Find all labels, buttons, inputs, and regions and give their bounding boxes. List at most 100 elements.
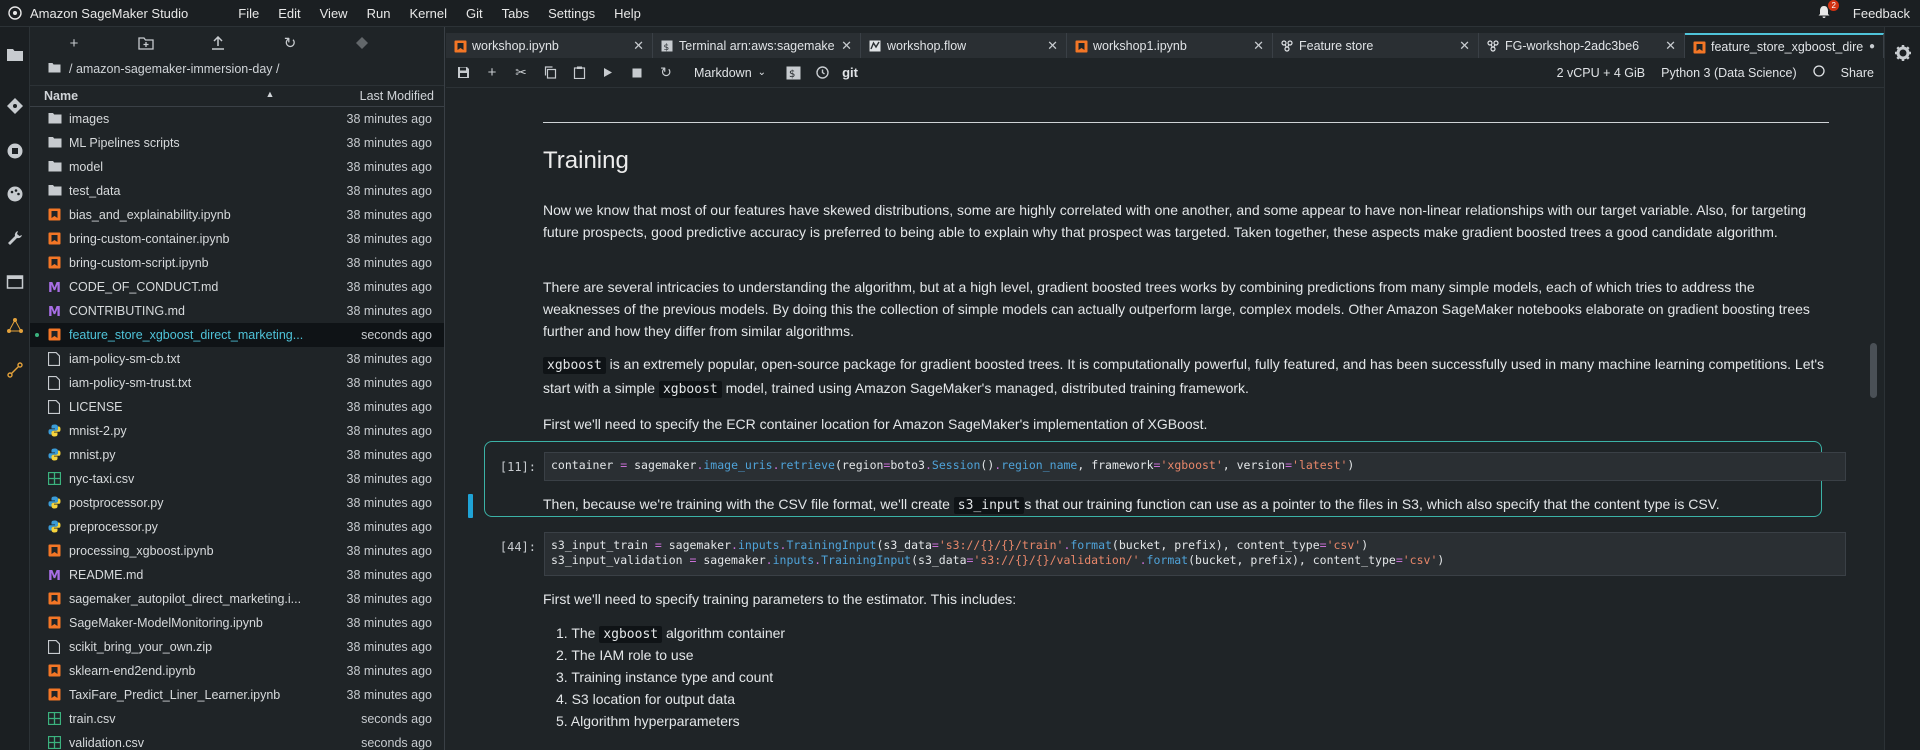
tabs-icon[interactable] [6, 273, 24, 291]
notebook-scrollbar[interactable] [1866, 88, 1880, 750]
new-folder-icon[interactable] [138, 35, 154, 51]
close-icon[interactable]: ✕ [1047, 38, 1058, 54]
cut-icon[interactable]: ✂ [512, 64, 530, 82]
file-row[interactable]: M README.md 38 minutes ago [30, 563, 444, 587]
menu-kernel[interactable]: Kernel [409, 6, 447, 21]
tab[interactable]: $ Terminal arn:aws:sagemake ✕ [653, 33, 861, 58]
interrupt-kernel-icon[interactable] [628, 64, 646, 82]
file-row[interactable]: nyc-taxi.csv 38 minutes ago [30, 467, 444, 491]
file-row[interactable]: mnist.py 38 minutes ago [30, 443, 444, 467]
markdown-paragraph-4[interactable]: First we'll need to specify the ECR cont… [543, 413, 1833, 435]
close-icon[interactable]: ✕ [841, 38, 852, 54]
file-row[interactable]: sagemaker_autopilot_direct_marketing.i..… [30, 587, 444, 611]
palette-icon[interactable] [6, 185, 24, 203]
terminal-icon[interactable]: $ [784, 64, 802, 82]
name-column-header[interactable]: Name ▲ [30, 89, 284, 103]
restart-kernel-icon[interactable]: ↻ [657, 64, 675, 82]
close-icon[interactable]: ✕ [1665, 38, 1676, 54]
file-row[interactable]: ML Pipelines scripts 38 minutes ago [30, 131, 444, 155]
markdown-list[interactable]: 1. The xgboost algorithm container 2. Th… [556, 622, 1846, 732]
copy-icon[interactable] [541, 64, 559, 82]
menu-help[interactable]: Help [614, 6, 641, 21]
tab[interactable]: FG-workshop-2adc3be6 ✕ [1479, 33, 1685, 58]
file-row[interactable]: bias_and_explainability.ipynb 38 minutes … [30, 203, 444, 227]
file-row[interactable]: train.csv seconds ago [30, 707, 444, 731]
folder-small-icon[interactable] [48, 62, 61, 76]
tab[interactable]: feature_store_xgboost_dire ● [1685, 33, 1884, 58]
breadcrumb-path[interactable]: / amazon-sagemaker-immersion-day / [69, 62, 280, 76]
file-row[interactable]: iam-policy-sm-trust.txt 38 minutes ago [30, 371, 444, 395]
file-row[interactable]: SageMaker-ModelMonitoring.ipynb 38 minute… [30, 611, 444, 635]
scrollbar-thumb[interactable] [1870, 343, 1877, 398]
file-row[interactable]: sklearn-end2end.ipynb 38 minutes ago [30, 659, 444, 683]
menu-run[interactable]: Run [367, 6, 391, 21]
components-icon[interactable] [6, 317, 24, 335]
refresh-icon[interactable]: ↻ [282, 35, 298, 52]
code-cell-44[interactable]: [44]: s3_input_train = sagemaker.inputs.… [486, 532, 1846, 576]
file-row[interactable]: TaxiFare_Predict_Liner_Learner.ipynb 38 m… [30, 683, 444, 707]
share-button[interactable]: Share [1841, 66, 1874, 80]
file-row[interactable]: mnist-2.py 38 minutes ago [30, 419, 444, 443]
kernel-name[interactable]: Python 3 (Data Science) [1661, 66, 1797, 80]
code-editor[interactable]: s3_input_train = sagemaker.inputs.Traini… [544, 532, 1846, 576]
file-row[interactable]: model 38 minutes ago [30, 155, 444, 179]
tab[interactable]: workshop.ipynb ✕ [446, 33, 653, 58]
file-row[interactable]: images 38 minutes ago [30, 107, 444, 131]
tab[interactable]: workshop.flow ✕ [861, 33, 1067, 58]
notifications-bell-icon[interactable]: 2 [1817, 0, 1839, 21]
file-row[interactable]: iam-policy-sm-cb.txt 38 minutes ago [30, 347, 444, 371]
close-icon[interactable]: ✕ [1459, 38, 1470, 54]
instance-type[interactable]: 2 vCPU + 4 GiB [1557, 66, 1646, 80]
file-row[interactable]: M CONTRIBUTING.md 38 minutes ago [30, 299, 444, 323]
markdown-paragraph-6[interactable]: First we'll need to specify training par… [543, 588, 1833, 610]
markdown-heading-cell[interactable]: Training [543, 149, 1833, 173]
run-cell-icon[interactable] [599, 64, 617, 82]
menu-git[interactable]: Git [466, 6, 483, 21]
settings-gear-icon[interactable] [1894, 44, 1912, 65]
file-row[interactable]: postprocessor.py 38 minutes ago [30, 491, 444, 515]
markdown-paragraph-5[interactable]: Then, because we're training with the CS… [543, 493, 1833, 517]
file-row[interactable]: preprocessor.py 38 minutes ago [30, 515, 444, 539]
file-row[interactable]: validation.csv seconds ago [30, 731, 444, 750]
code-cell-11[interactable]: [11]: container = sagemaker.image_uris.r… [486, 452, 1846, 482]
insert-cell-icon[interactable]: + [483, 64, 501, 82]
feedback-link[interactable]: Feedback [1853, 6, 1910, 21]
code-editor[interactable]: container = sagemaker.image_uris.retriev… [544, 452, 1846, 481]
upload-icon[interactable] [210, 35, 226, 51]
cell-type-dropdown[interactable]: Markdown ⌄ [694, 66, 766, 80]
close-icon[interactable]: ✕ [633, 38, 644, 54]
file-row[interactable]: processing_xgboost.ipynb 38 minutes ago [30, 539, 444, 563]
file-row[interactable]: test_data 38 minutes ago [30, 179, 444, 203]
new-launcher-icon[interactable]: + [66, 35, 82, 52]
git-label[interactable]: git [842, 65, 858, 80]
file-row[interactable]: scikit_bring_your_own.zip 38 minutes ago [30, 635, 444, 659]
menu-tabs[interactable]: Tabs [502, 6, 529, 21]
menu-view[interactable]: View [320, 6, 348, 21]
save-icon[interactable] [454, 64, 472, 82]
running-kernels-icon[interactable] [6, 142, 24, 160]
unsaved-indicator-icon[interactable]: ● [1869, 41, 1875, 52]
markdown-paragraph-1[interactable]: Now we know that most of our features ha… [543, 199, 1833, 243]
paste-icon[interactable] [570, 64, 588, 82]
file-row[interactable]: bring-custom-script.ipynb 38 minutes ago [30, 251, 444, 275]
tab[interactable]: Feature store ✕ [1273, 33, 1479, 58]
markdown-paragraph-2[interactable]: There are several intricacies to underst… [543, 276, 1833, 342]
git-clone-icon[interactable] [354, 35, 370, 51]
close-icon[interactable]: ✕ [1253, 38, 1264, 54]
active-cell-indicator[interactable] [468, 494, 473, 518]
file-row[interactable]: M CODE_OF_CONDUCT.md 38 minutes ago [30, 275, 444, 299]
menu-file[interactable]: File [238, 6, 259, 21]
folder-icon[interactable] [6, 45, 24, 63]
markdown-paragraph-3[interactable]: xgboost is an extremely popular, open-so… [543, 353, 1833, 401]
file-row[interactable]: feature_store_xgboost_direct_marketing..… [30, 323, 444, 347]
wrench-icon[interactable] [6, 229, 24, 247]
modified-column-header[interactable]: Last Modified [284, 89, 444, 103]
menu-edit[interactable]: Edit [278, 6, 300, 21]
tab[interactable]: workshop1.ipynb ✕ [1067, 33, 1273, 58]
menu-settings[interactable]: Settings [548, 6, 595, 21]
pipelines-icon[interactable] [6, 361, 24, 379]
clock-icon[interactable] [813, 64, 831, 82]
file-row[interactable]: LICENSE 38 minutes ago [30, 395, 444, 419]
git-icon[interactable] [6, 97, 24, 115]
file-row[interactable]: bring-custom-container.ipynb 38 minutes a… [30, 227, 444, 251]
